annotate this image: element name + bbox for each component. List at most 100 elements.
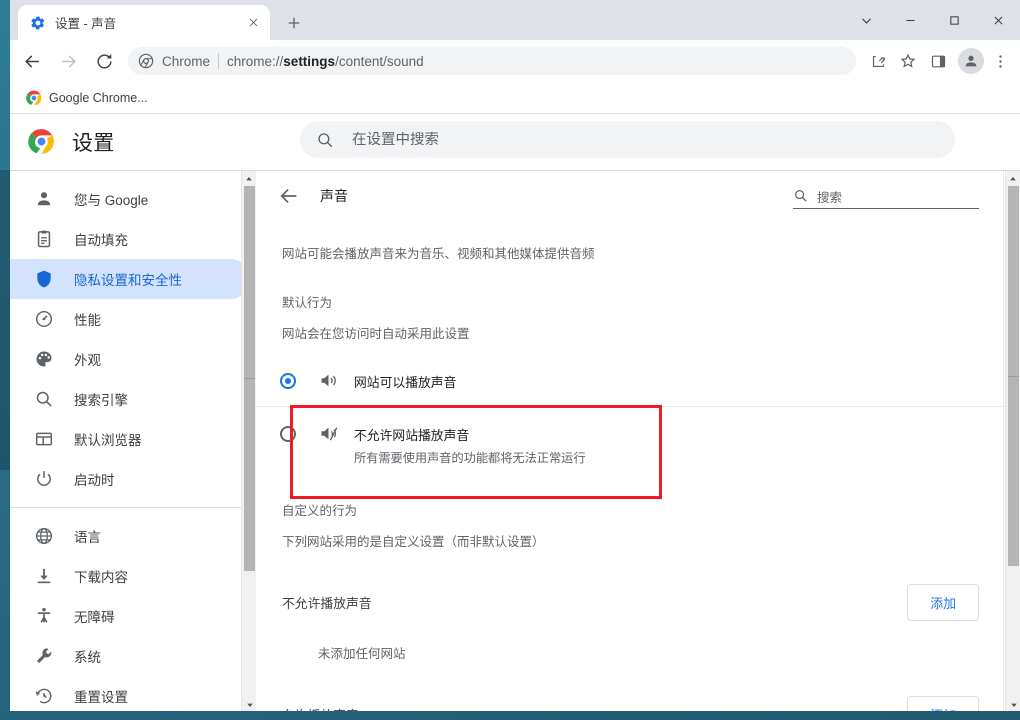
omnibox-site-label: Chrome [162,53,211,69]
person-icon [34,189,54,209]
radio-option-block-sound[interactable]: 不允许网站播放声音 所有需要使用声音的功能都将无法正常运行 [256,405,1005,500]
download-icon [34,566,54,586]
custom-behavior-heading: 自定义的行为 [282,503,358,518]
restore-history-icon [34,686,54,706]
sidebar-item-appearance[interactable]: 外观 [10,339,250,379]
radio-option-label: 不允许网站播放声音 [354,427,470,443]
sidebar-item-on-startup[interactable]: 启动时 [10,459,250,499]
pane-search-input[interactable] [817,191,979,205]
browser-tab[interactable]: 设置 - 声音 [18,5,270,40]
allowed-sites-label: 允许播放声音 [282,705,359,711]
allowed-sites-row: 允许播放声音 添加 [256,662,1005,711]
share-icon[interactable] [864,47,892,75]
more-menu-icon[interactable] [986,47,1014,75]
sidebar-item-reset-settings[interactable]: 重置设置 [10,676,250,711]
sidebar-scrollbar[interactable] [241,171,256,711]
shield-icon [34,269,54,289]
profile-avatar[interactable] [958,48,984,74]
clipboard-icon [34,229,54,249]
bookmark-star-icon[interactable] [894,47,922,75]
palette-icon [34,349,54,369]
scroll-up-arrow-icon[interactable] [242,171,256,186]
sidebar-item-label: 语言 [74,530,101,545]
sidebar-scrollbar-thumb[interactable] [244,186,255,571]
browser-toolbar: Chrome chrome://settings/content/sound [10,40,1020,82]
radio-option-text: 网站可以播放声音 [354,372,456,392]
sidebar-item-you-and-google[interactable]: 您与 Google [10,179,250,219]
scroll-down-arrow-icon[interactable] [1006,697,1020,711]
chrome-product-icon [138,53,154,69]
add-allowed-site-button[interactable]: 添加 [907,695,979,711]
back-button[interactable] [16,45,48,77]
bookmark-bar: Google Chrome... [10,82,1020,114]
pane-search-field[interactable] [793,183,979,209]
close-icon[interactable] [244,14,262,32]
custom-behavior-subheading: 下列网站采用的是自定义设置（而非默认设置） [282,534,545,549]
sidebar-item-system[interactable]: 系统 [10,636,250,676]
blocked-sites-label: 不允许播放声音 [282,595,372,611]
person-icon [965,55,977,67]
sidebar-item-label: 启动时 [74,473,115,488]
sidebar-item-default-browser[interactable]: 默认浏览器 [10,419,250,459]
globe-icon [34,526,54,546]
sidebar-item-label: 搜索引擎 [74,393,128,408]
window-controls [844,0,1020,40]
settings-search-box[interactable] [300,121,955,158]
wrench-icon [34,646,54,666]
radio-button-selected[interactable] [280,372,296,389]
page-title: 设置 [72,131,115,155]
radio-option-sublabel: 所有需要使用声音的功能都将无法正常运行 [354,450,586,465]
pane-title: 声音 [320,188,348,204]
search-icon [316,131,334,149]
sound-settings-pane: 声音 网站可能会播放声音来为音乐、视频和其他媒体提供音频 默认行为 网站会在您 [256,171,1020,711]
chrome-logo-icon [28,128,55,155]
bookmark-label: Google Chrome... [49,90,148,105]
side-panel-icon[interactable] [924,47,952,75]
radio-option-allow-sound[interactable]: 网站可以播放声音 [256,356,1005,406]
default-behavior-heading: 默认行为 [282,295,333,310]
chrome-logo-icon [26,90,42,106]
sidebar-item-label: 隐私设置和安全性 [74,273,182,288]
scroll-down-arrow-icon[interactable] [242,697,256,711]
maximize-button[interactable] [932,0,976,40]
main-scrollbar[interactable] [1005,171,1020,711]
sidebar-item-label: 重置设置 [74,690,128,705]
sidebar-item-privacy-and-security[interactable]: 隐私设置和安全性 [10,259,250,299]
bookmark-item[interactable]: Google Chrome... [18,87,156,109]
sidebar-item-accessibility[interactable]: 无障碍 [10,596,250,636]
tab-strip: 设置 - 声音 [10,0,1020,40]
sidebar-item-label: 外观 [74,353,101,368]
sidebar-item-label: 默认浏览器 [74,433,142,448]
blocked-sites-row: 不允许播放声音 添加 [256,550,1005,621]
new-tab-button[interactable] [280,9,308,37]
volume-up-icon [318,370,340,392]
gear-icon [30,15,46,31]
plus-icon [288,17,300,29]
accessibility-icon [34,606,54,626]
tab-title: 设置 - 声音 [55,17,117,31]
back-arrow-icon[interactable] [278,185,300,207]
search-input[interactable] [352,131,851,148]
sidebar-item-label: 您与 Google [74,193,149,208]
scroll-up-arrow-icon[interactable] [1006,171,1020,186]
sidebar-item-performance[interactable]: 性能 [10,299,250,339]
minimize-button[interactable] [888,0,932,40]
address-bar[interactable]: Chrome chrome://settings/content/sound [128,47,856,75]
forward-button[interactable] [52,45,84,77]
add-blocked-site-button[interactable]: 添加 [907,583,979,621]
close-window-button[interactable] [976,0,1020,40]
sidebar-item-label: 性能 [74,313,101,328]
radio-button-unselected[interactable] [280,425,296,442]
sidebar-item-autofill[interactable]: 自动填充 [10,219,250,259]
main-scrollbar-thumb[interactable] [1008,186,1019,566]
search-icon [793,188,808,203]
blocked-sites-empty-note: 未添加任何网站 [318,646,406,661]
search-icon [34,389,54,409]
reload-button[interactable] [88,45,120,77]
sidebar-item-languages[interactable]: 语言 [10,516,250,556]
tab-search-chevron-down-icon[interactable] [844,0,888,40]
sound-description: 网站可能会播放声音来为音乐、视频和其他媒体提供音频 [282,247,595,261]
browser-window-icon [34,429,54,449]
sidebar-item-search-engine[interactable]: 搜索引擎 [10,379,250,419]
sidebar-item-downloads[interactable]: 下载内容 [10,556,250,596]
